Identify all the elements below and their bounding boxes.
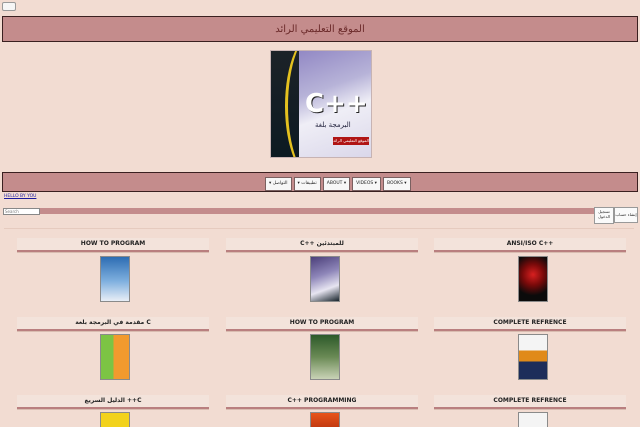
- top-menu-button[interactable]: [2, 2, 16, 11]
- card-title-ansi-iso-cpp[interactable]: ANSI/ISO C++: [434, 238, 626, 252]
- hero-image: C++ البرمجة بلغة الموقع التعليمي الرائد: [270, 50, 372, 158]
- greeting-link[interactable]: HELLO BY YOU: [4, 194, 36, 199]
- book-cover-cpp-programming[interactable]: [310, 412, 340, 427]
- hero-tag: الموقع التعليمي الرائد: [333, 137, 369, 145]
- nav-item-books[interactable]: BOOKS ▾: [382, 177, 411, 191]
- book-cover-complete-refrence[interactable]: [518, 334, 548, 380]
- nav-item-about[interactable]: ABOUT ▾: [322, 177, 351, 191]
- card-title-complete-refrence[interactable]: COMPLETE REFRENCE: [434, 317, 626, 331]
- card-title-cpp-programming[interactable]: C++ PROGRAMMING: [226, 395, 418, 409]
- book-cover-cpp-beginners[interactable]: [310, 256, 340, 302]
- card-title-quick-guide[interactable]: الدليل السريع ++C: [17, 395, 209, 409]
- book-cover-ansi-iso-cpp[interactable]: [518, 256, 548, 302]
- card-title-how-to-program[interactable]: HOW TO PROGRAM: [17, 238, 209, 252]
- login-button[interactable]: تسجيل الدخول: [594, 207, 614, 224]
- site-title: الموقع التعليمي الرائد: [275, 23, 365, 35]
- book-cover-how-to-program[interactable]: [100, 256, 130, 302]
- register-button[interactable]: إنشاء حساب: [614, 207, 638, 223]
- book-cover-complete-refrence-2[interactable]: [518, 412, 548, 427]
- site-header: الموقع التعليمي الرائد: [2, 16, 638, 42]
- search-strip: [3, 208, 597, 214]
- book-cover-quick-guide[interactable]: [100, 412, 130, 427]
- card-title-cpp-beginners[interactable]: C++ للمبتدئين: [226, 238, 418, 252]
- nav-item-apps[interactable]: ▾ تطبيقات: [293, 177, 321, 191]
- nav-item-contact[interactable]: ▾ التواصل: [265, 177, 292, 191]
- hero-sub-text: البرمجة بلغة: [315, 121, 351, 129]
- content-divider: [4, 228, 634, 229]
- book-cover-intro-c[interactable]: [100, 334, 130, 380]
- card-title-complete-refrence-2[interactable]: COMPLETE REFRENCE: [434, 395, 626, 409]
- nav-item-videos[interactable]: VIDEOS ▾: [352, 177, 381, 191]
- card-title-intro-c[interactable]: مقدمة في البرمجة بلغة C: [17, 317, 209, 331]
- hero-cpp-text: C++: [305, 89, 368, 119]
- main-nav: ▾ التواصل ▾ تطبيقات ABOUT ▾ VIDEOS ▾ BOO…: [265, 177, 411, 191]
- search-input[interactable]: Search: [3, 208, 40, 215]
- card-title-how-to-program-2[interactable]: HOW TO PROGRAM: [226, 317, 418, 331]
- book-cover-how-to-program-2[interactable]: [310, 334, 340, 380]
- login-label-2: الدخول: [598, 214, 610, 219]
